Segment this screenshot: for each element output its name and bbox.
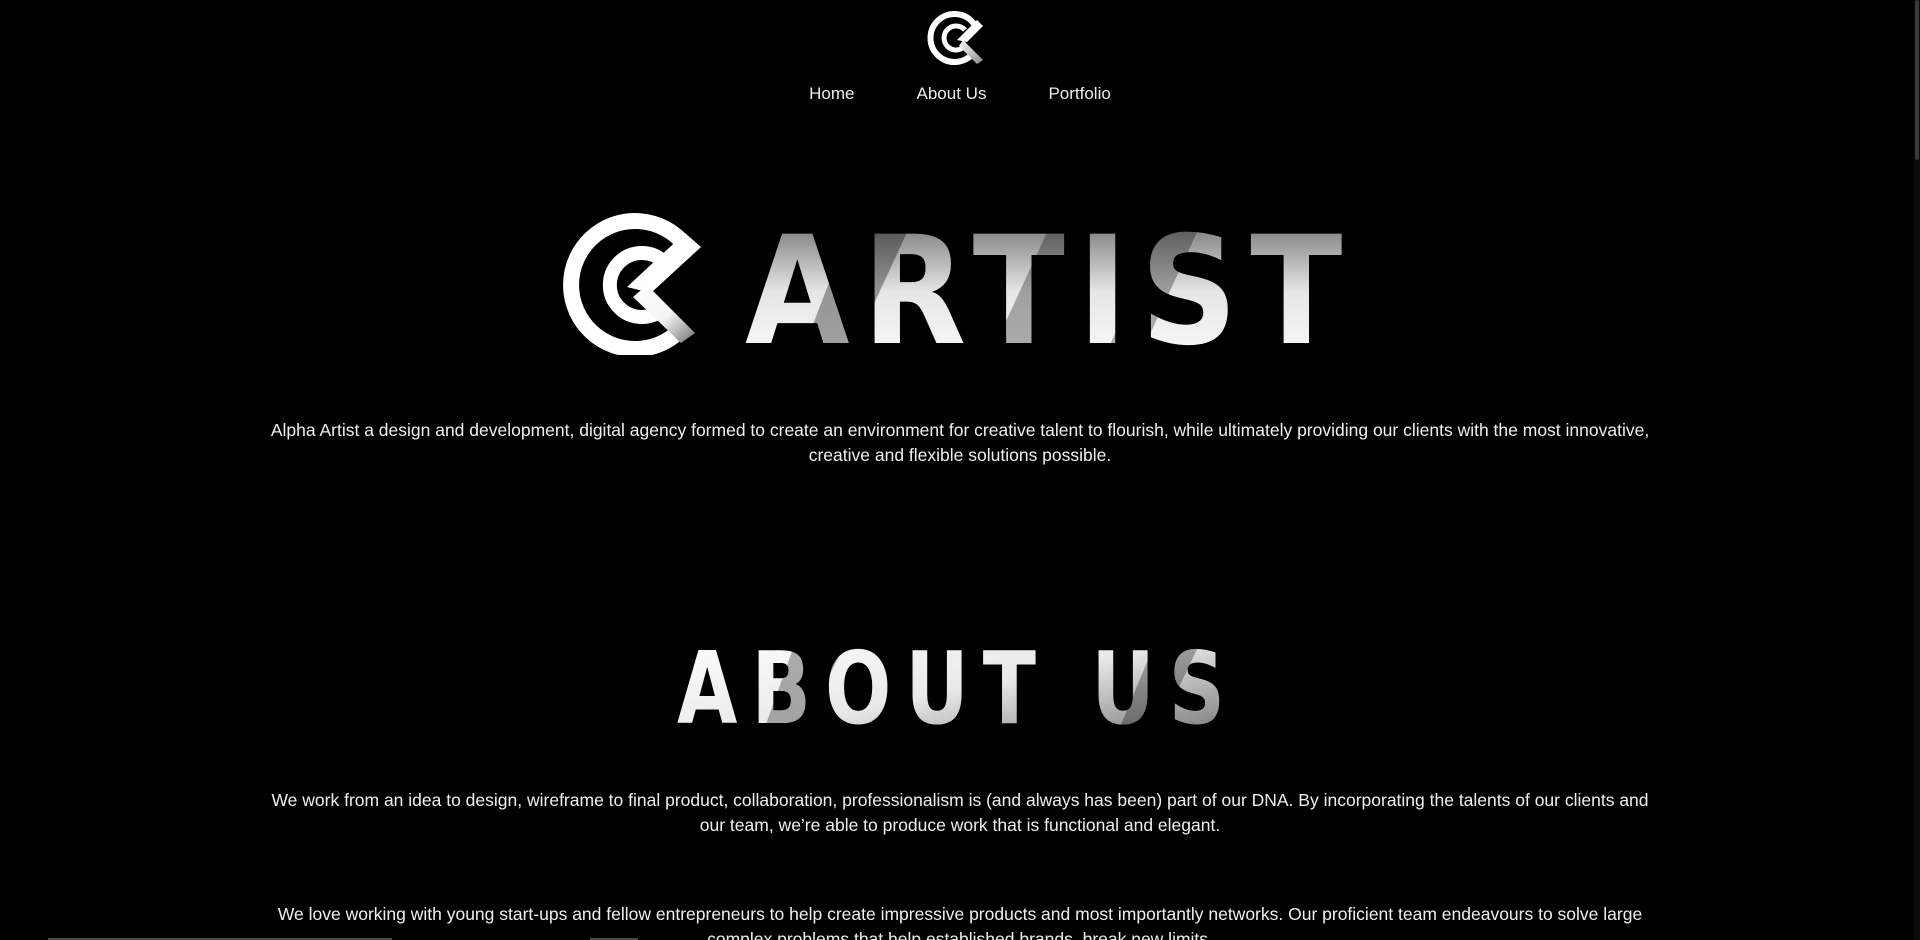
intro-paragraph: Alpha Artist a design and development, d… [270,419,1650,465]
nav-about-us[interactable]: About Us [886,80,1018,108]
alpha-artist-wordmark-svg: ARTIST [563,205,1341,379]
hero-wordmark: ARTIST [555,205,1365,379]
nav-portfolio[interactable]: Portfolio [1017,80,1141,108]
wordmark-logo-icon [563,213,701,357]
nav-home[interactable]: Home [778,80,885,108]
about-us-heading-svg: ABOUT US [677,630,1221,747]
page-scrollbar[interactable] [1914,0,1920,940]
about-paragraph-2: We love working with young start-ups and… [277,903,1643,940]
alpha-logo-svg [927,11,983,65]
alpha-logo-icon[interactable] [927,10,989,66]
site-header: Home About Us Portfolio [0,0,1920,130]
scrollbar-thumb[interactable] [1915,0,1919,160]
page: Home About Us Portfolio ARTIST Alpha Art… [0,0,1920,940]
about-paragraph-1: We work from an idea to design, wirefram… [271,789,1649,835]
main-nav: Home About Us Portfolio [0,80,1920,108]
about-us-heading: ABOUT US [675,630,1245,747]
